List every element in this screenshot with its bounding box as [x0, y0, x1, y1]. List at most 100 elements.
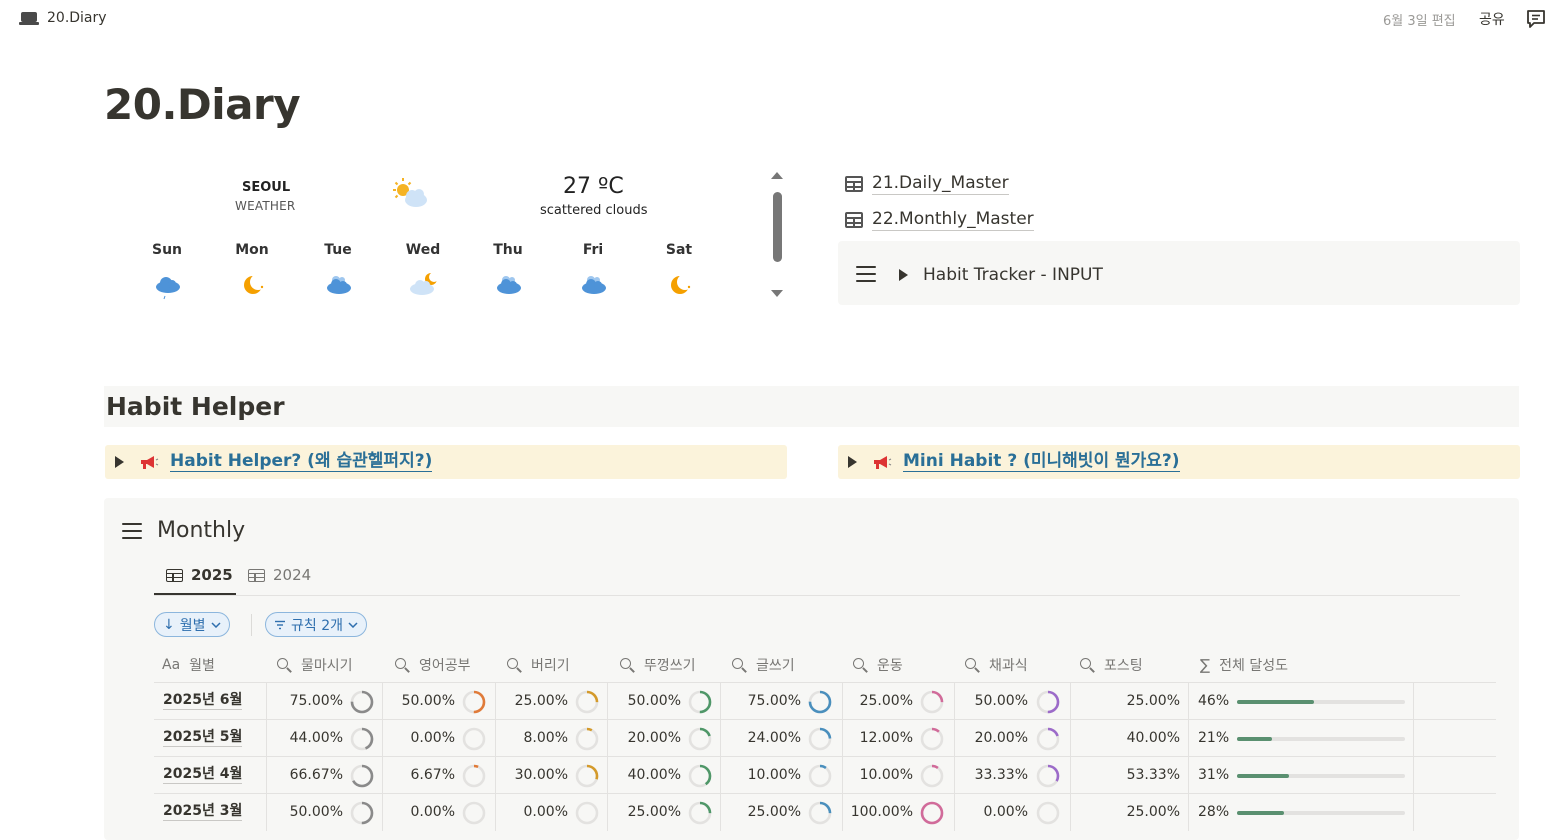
column-header-water[interactable]: 물마시기: [277, 655, 353, 675]
table-row[interactable]: 2025년 3월 50.00% 0.00% 0.00% 25.00% 25.00% 100.…: [154, 793, 1496, 831]
column-header-exercise[interactable]: 운동: [853, 655, 903, 675]
sort-month-pill[interactable]: ↓ 월별: [154, 612, 230, 637]
progress-ring: [350, 727, 374, 751]
progress-ring: [688, 801, 712, 825]
progress-ring: [462, 727, 486, 751]
weather-day-label: Thu: [493, 242, 523, 258]
monthly-title: Monthly: [157, 518, 246, 543]
column-divider: [495, 683, 496, 720]
search-icon: [620, 657, 635, 673]
row-month-link[interactable]: 2025년 4월: [163, 766, 243, 784]
filter-rules-pill[interactable]: 규칙 2개: [265, 612, 367, 637]
column-header-discard[interactable]: 버리기: [507, 655, 570, 675]
progress-ring-track: [462, 727, 486, 751]
progress-ring: [350, 764, 374, 788]
cell-value: 0.00%: [983, 804, 1028, 820]
cell-value: 50.00%: [289, 804, 343, 820]
column-divider: [1413, 683, 1414, 720]
filter-icon: [275, 620, 285, 629]
row-month-link[interactable]: 2025년 6월: [163, 692, 243, 710]
table-icon: [845, 211, 863, 228]
filter-label: 규칙 2개: [291, 617, 343, 634]
daily-master-label: 21.Daily_Master: [872, 173, 1009, 195]
progress-bar-fill: [1237, 737, 1273, 741]
table-icon: [248, 568, 265, 582]
cell-value: 8.00%: [523, 730, 568, 746]
cell-value: 25.00%: [1126, 693, 1180, 709]
column-header-vegetable[interactable]: 채과식: [965, 655, 1028, 675]
progress-ring: [462, 690, 486, 714]
column-header-posting[interactable]: 포스팅: [1080, 655, 1143, 675]
column-divider: [1070, 683, 1071, 720]
progress-ring: [920, 690, 944, 714]
column-divider: [1070, 720, 1071, 757]
weather-subtitle: WEATHER: [235, 199, 296, 213]
tab-2024[interactable]: 2024: [248, 566, 311, 584]
column-divider: [720, 794, 721, 831]
progress-ring: [1036, 801, 1060, 825]
comment-icon[interactable]: [1525, 8, 1547, 30]
search-icon: [507, 657, 522, 673]
column-header-month[interactable]: Aa 월별: [162, 655, 215, 675]
weather-day-label: Fri: [582, 242, 604, 258]
cell-value: 50.00%: [627, 693, 681, 709]
moon-icon: [244, 274, 266, 294]
column-header-writing[interactable]: 글쓰기: [732, 655, 795, 675]
progress-ring: [462, 764, 486, 788]
progress-ring: [808, 727, 832, 751]
cell-value: 25.00%: [1126, 804, 1180, 820]
habit-helper-callout[interactable]: Habit Helper? (왜 습관헬퍼지?): [105, 445, 787, 479]
toggle-arrow-icon[interactable]: [848, 456, 857, 468]
progress-ring: [920, 764, 944, 788]
share-button[interactable]: 공유: [1479, 9, 1505, 29]
breadcrumb[interactable]: 20.Diary: [19, 10, 107, 26]
monthly-master-link[interactable]: 22.Monthly_Master: [845, 208, 1034, 231]
progress-ring-track: [920, 764, 944, 788]
progress-ring: [575, 727, 599, 751]
tab-2025[interactable]: 2025: [166, 566, 233, 584]
total-percent: 21%: [1198, 730, 1230, 746]
progress-bar: [1237, 737, 1405, 741]
column-divider: [382, 757, 383, 794]
column-divider: [495, 720, 496, 757]
toggle-arrow-icon[interactable]: [115, 456, 124, 468]
column-divider: [1188, 720, 1189, 757]
cell-value: 25.00%: [514, 693, 568, 709]
column-divider: [266, 794, 267, 831]
search-icon: [965, 657, 980, 673]
progress-ring-track: [575, 727, 599, 751]
daily-master-link[interactable]: 21.Daily_Master: [845, 172, 1009, 195]
tab-label: 2024: [273, 566, 312, 584]
row-month-link[interactable]: 2025년 3월: [163, 803, 243, 821]
table-row[interactable]: 2025년 4월 66.67% 6.67% 30.00% 40.00% 10.00% 10.…: [154, 756, 1496, 794]
column-label: 전체 달성도: [1219, 658, 1288, 674]
column-header-total[interactable]: ∑ 전체 달성도: [1200, 655, 1288, 675]
habit-tracker-input-toggle[interactable]: Habit Tracker - INPUT: [838, 241, 1520, 305]
column-header-lid[interactable]: 뚜껑쓰기: [620, 655, 696, 675]
table-row[interactable]: 2025년 5월 44.00% 0.00% 8.00% 20.00% 24.00% 12.0…: [154, 719, 1496, 757]
table-row[interactable]: 2025년 6월 75.00% 50.00% 25.00% 50.00% 75.00% 25…: [154, 682, 1496, 720]
menu-icon[interactable]: [856, 266, 876, 282]
scroll-up-arrow[interactable]: [771, 172, 783, 179]
weather-day-label: Sat: [665, 242, 693, 258]
chevron-down-icon: [348, 621, 358, 628]
column-divider: [954, 720, 955, 757]
row-month-link[interactable]: 2025년 5월: [163, 729, 243, 747]
mini-habit-callout[interactable]: Mini Habit ? (미니해빗이 뭔가요?): [838, 445, 1520, 479]
scroll-down-arrow[interactable]: [771, 290, 783, 297]
menu-icon[interactable]: [122, 523, 142, 539]
search-icon: [732, 657, 747, 673]
moon-icon: [671, 274, 693, 294]
progress-ring-track: [575, 801, 599, 825]
column-divider: [1413, 757, 1414, 794]
column-divider: [266, 757, 267, 794]
progress-ring: [920, 801, 944, 825]
column-header-english[interactable]: 영어공부: [395, 655, 471, 675]
mini-habit-link[interactable]: Mini Habit ? (미니해빗이 뭔가요?): [903, 452, 1180, 472]
scrollbar-thumb[interactable]: [773, 192, 782, 262]
progress-ring: [575, 801, 599, 825]
column-divider: [1070, 757, 1071, 794]
habit-helper-link[interactable]: Habit Helper? (왜 습관헬퍼지?): [170, 452, 433, 472]
toggle-arrow-icon[interactable]: [899, 269, 908, 281]
weather-day-label: Mon: [235, 242, 269, 258]
